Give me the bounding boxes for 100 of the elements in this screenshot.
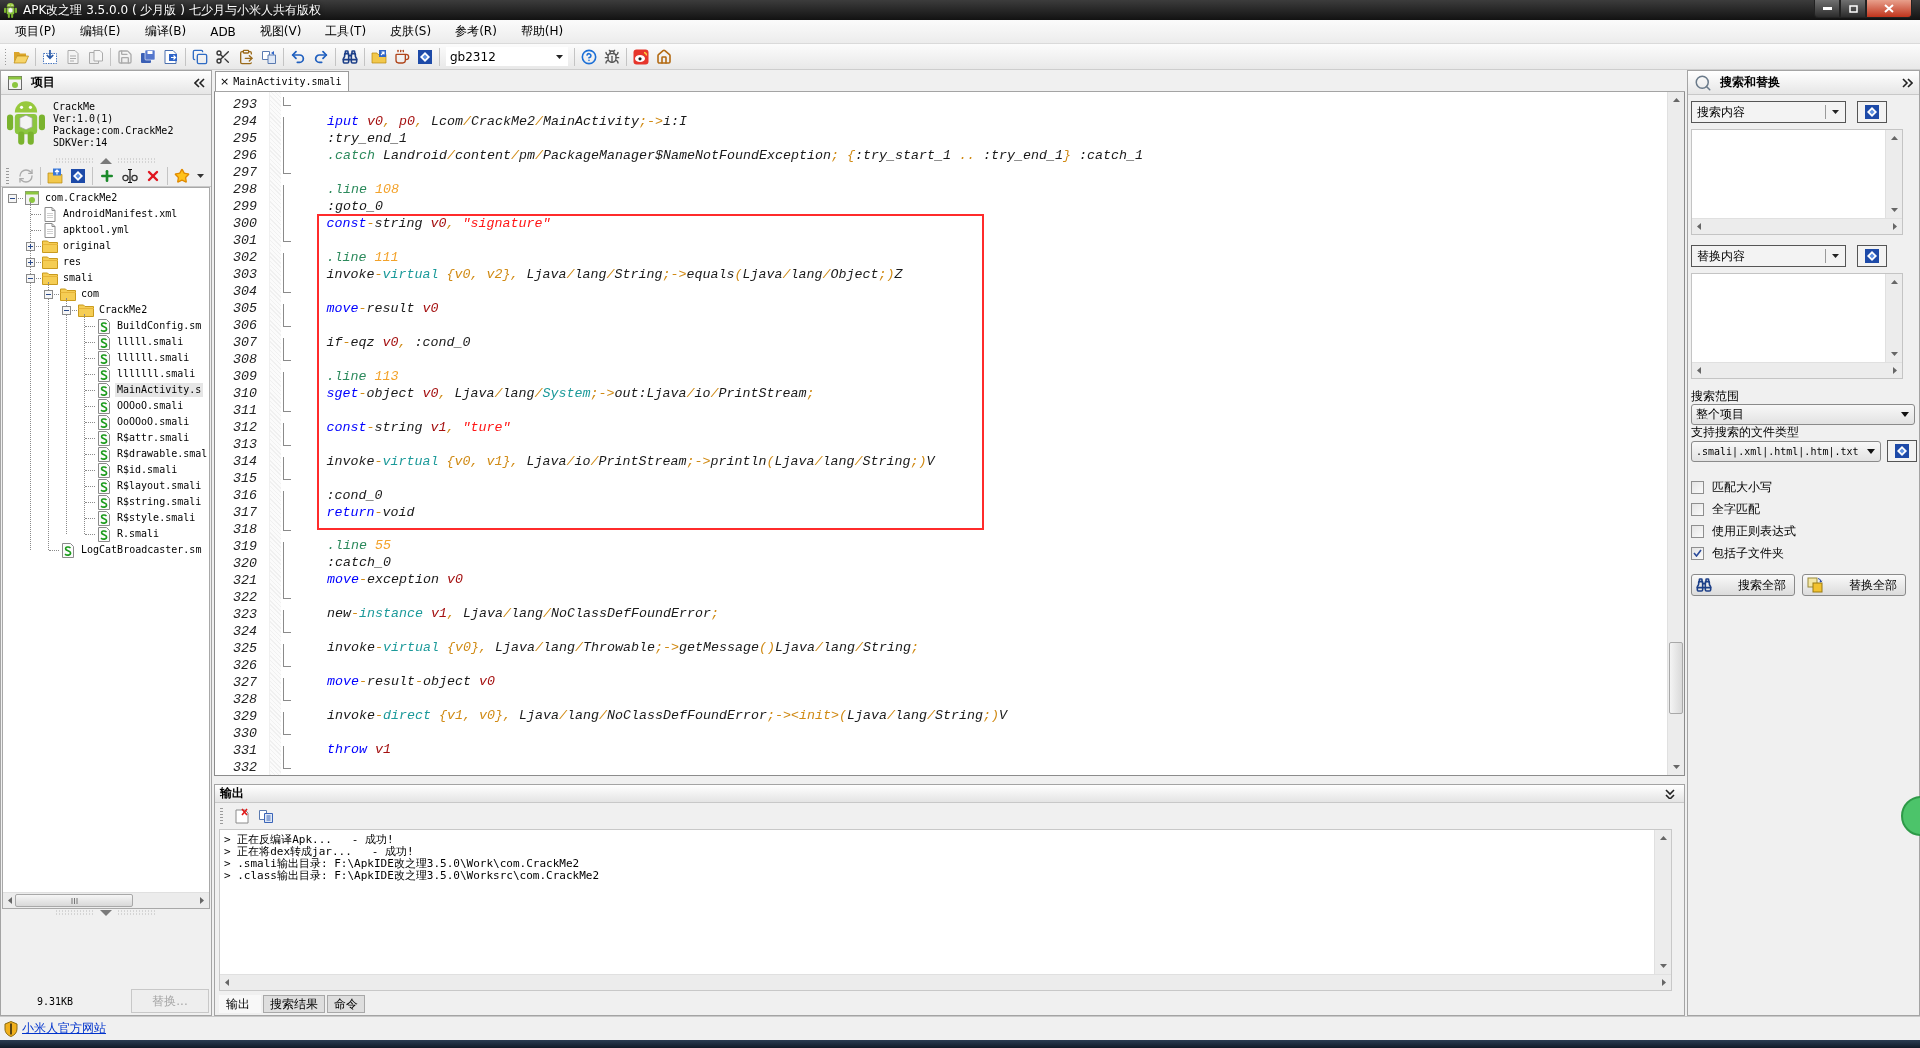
clear-page-icon[interactable] (234, 808, 250, 824)
menu-item[interactable]: ADB (201, 22, 245, 41)
splitter-grip-icon[interactable] (56, 910, 156, 916)
vertical-scrollbar[interactable] (1885, 130, 1902, 218)
checkbox[interactable] (1691, 502, 1704, 516)
tree-item[interactable]: lllllll.smali (115, 367, 198, 381)
replace-pages-icon[interactable] (261, 48, 277, 65)
minus-box-icon[interactable] (26, 273, 35, 283)
minimize-button[interactable] (1814, 0, 1840, 18)
menu-item[interactable]: 工具(T) (316, 21, 376, 42)
tree-item[interactable]: llllll.smali (115, 351, 192, 365)
tree-item[interactable]: R.smali (115, 527, 162, 541)
panel-tab[interactable]: 命令 (327, 995, 365, 1013)
copy-pages-icon[interactable] (258, 808, 274, 824)
replace-combo[interactable]: 替换内容 (1691, 245, 1846, 267)
menu-item[interactable]: 参考(R) (446, 21, 506, 42)
checkbox[interactable] (1691, 546, 1704, 560)
scrollbar-thumb[interactable] (15, 894, 133, 907)
minus-box-icon[interactable] (62, 305, 71, 315)
redo-icon[interactable] (313, 48, 329, 65)
tree-item[interactable]: R$id.smali (115, 463, 180, 477)
tree-item[interactable]: OOOoO.smali (115, 399, 186, 413)
icon-button[interactable] (1857, 101, 1887, 123)
replace-all-button[interactable]: 替换全部 (1802, 574, 1906, 596)
menu-item[interactable]: 皮肤(S) (381, 21, 441, 42)
add-icon[interactable] (99, 167, 115, 184)
encoding-combo[interactable]: gb2312 (446, 47, 568, 66)
minus-box-icon[interactable] (44, 289, 53, 299)
horizontal-scrollbar[interactable] (220, 974, 1671, 990)
tree-item[interactable]: R$drawable.smal (115, 447, 209, 461)
folder-arrow-icon[interactable] (371, 48, 387, 65)
text-cursor-icon[interactable] (122, 167, 138, 184)
star-icon[interactable] (174, 167, 190, 184)
search-combo[interactable]: 搜索内容 (1691, 101, 1846, 123)
horizontal-scrollbar[interactable] (1692, 362, 1902, 378)
folder-arrow-icon[interactable] (47, 167, 63, 184)
coffee-cup-icon[interactable] (394, 48, 410, 65)
panel-tab[interactable]: 搜索结果 (263, 995, 325, 1013)
home-icon[interactable] (656, 48, 672, 65)
tree-item[interactable]: AndroidManifest.xml (61, 207, 180, 221)
tree-item[interactable]: original (61, 239, 114, 253)
tree-item[interactable]: LogCatBroadcaster.sm (79, 543, 204, 557)
diamond-tile-icon[interactable] (417, 48, 433, 65)
tab-close-button[interactable]: × (220, 76, 230, 87)
help-icon[interactable] (581, 48, 597, 65)
scope-select[interactable]: 整个项目 (1691, 404, 1915, 425)
tree-item[interactable]: R$attr.smali (115, 431, 192, 445)
plus-box-icon[interactable] (26, 257, 35, 267)
horizontal-scrollbar[interactable] (1692, 218, 1902, 234)
menu-item[interactable]: 项目(P) (6, 21, 65, 42)
tree-item[interactable]: smali (61, 271, 96, 285)
menu-item[interactable]: 编译(B) (135, 21, 196, 42)
tree-item[interactable]: CrackMe2 (97, 303, 150, 317)
horizontal-scrollbar[interactable] (3, 892, 209, 908)
splitter-grip-icon[interactable] (56, 158, 156, 164)
scrollbar-thumb[interactable] (1669, 642, 1683, 714)
tree-item[interactable]: BuildConfig.sm (115, 319, 204, 333)
tree-item[interactable]: R$style.smali (115, 511, 198, 525)
tree-item[interactable]: apktool.yml (61, 223, 132, 237)
icon-button[interactable] (1887, 440, 1917, 462)
close-button[interactable] (1866, 0, 1912, 18)
website-link[interactable]: 小米人官方网站 (22, 1020, 106, 1037)
import-icon[interactable] (42, 48, 58, 65)
icon-button[interactable] (1857, 245, 1887, 267)
double-chevron-down-icon[interactable] (1665, 788, 1676, 799)
scissors-icon[interactable] (215, 48, 231, 65)
tree-item[interactable]: OoOOoO.smali (115, 415, 192, 429)
undo-icon[interactable] (290, 48, 306, 65)
file-types-select[interactable]: .smali|.xml|.html|.htm|.txt (1691, 440, 1881, 462)
double-chevron-left-icon[interactable] (194, 77, 205, 88)
search-all-button[interactable]: 搜索全部 (1691, 574, 1795, 596)
tree-item[interactable]: MainActivity.s (115, 383, 204, 397)
page-arrow-icon[interactable] (163, 48, 179, 65)
diamond-tile-icon[interactable] (70, 167, 86, 184)
checkbox[interactable] (1691, 524, 1704, 538)
tree-item[interactable]: com.CrackMe2 (43, 191, 120, 205)
checkbox[interactable] (1691, 480, 1704, 494)
minus-box-icon[interactable] (8, 193, 17, 203)
eye-logo-icon[interactable] (633, 48, 649, 65)
menu-item[interactable]: 编辑(E) (70, 21, 130, 42)
bug-icon[interactable] (604, 48, 620, 65)
menu-item[interactable]: 视图(V) (250, 21, 311, 42)
clipboard-icon[interactable] (238, 48, 254, 65)
tree-item[interactable]: R$string.smali (115, 495, 204, 509)
plus-box-icon[interactable] (26, 241, 35, 251)
tree-item[interactable]: lllll.smali (115, 335, 186, 349)
floppy-disks-icon[interactable] (140, 48, 156, 65)
vertical-scrollbar[interactable] (1654, 830, 1671, 974)
copy-icon[interactable] (192, 48, 208, 65)
tree-item[interactable]: com (79, 287, 102, 301)
binoculars-icon[interactable] (342, 48, 358, 65)
double-chevron-right-icon[interactable] (1902, 77, 1913, 88)
vertical-scrollbar[interactable] (1667, 92, 1684, 775)
tree-item[interactable]: res (61, 255, 84, 269)
maximize-button[interactable] (1840, 0, 1866, 18)
panel-tab[interactable]: 输出 (219, 995, 261, 1013)
editor-tab[interactable]: × MainActivity.smali (215, 71, 349, 91)
menu-item[interactable]: 帮助(H) (511, 21, 573, 42)
tree-item[interactable]: R$layout.smali (115, 479, 204, 493)
vertical-scrollbar[interactable] (1885, 274, 1902, 362)
